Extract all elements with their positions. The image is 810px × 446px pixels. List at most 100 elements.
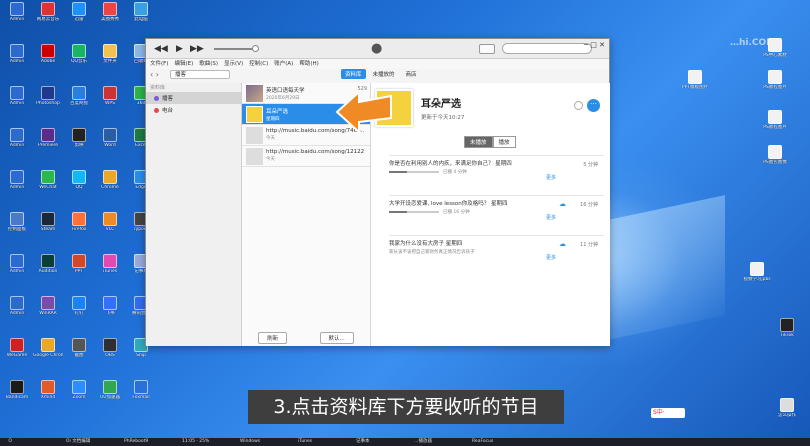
taskbar-item[interactable]: ReaFocus [472,438,493,446]
taskbar-item[interactable]: …播放器 [414,438,432,446]
taskbar-item[interactable]: Ｏ [8,438,13,446]
desktop-icon[interactable]: Bandicam [2,380,32,400]
rewind-icon[interactable]: ◀◀ [154,44,168,54]
menu-item[interactable]: 显示(V) [224,59,243,69]
desktop-icon[interactable]: 视频学习jpbs [742,262,772,282]
desktop-icon[interactable]: 剪映 [64,128,94,148]
episode-more-link[interactable]: 更多 [546,214,556,221]
episode-progress-bar [389,171,439,173]
cloud-download-icon[interactable]: ☁ [559,200,566,208]
window-controls[interactable]: ─ □ ✕ [584,41,605,49]
desktop-icon[interactable]: PS图包图像 [760,145,790,165]
menu-item[interactable]: 账户(A) [274,59,293,69]
episode-more-link[interactable]: 更多 [546,254,556,261]
menu-item[interactable]: 编辑(E) [174,59,193,69]
desktop-icon[interactable]: Admin [2,296,32,316]
desktop-icon[interactable]: Admin [2,128,32,148]
desktop-icon[interactable]: 截图 [64,338,94,358]
taskbar-item[interactable]: 11:05 · 25% [182,438,209,446]
desktop-icon[interactable]: 控制面板 [2,212,32,232]
refresh-button[interactable]: 刷新 [258,332,288,344]
media-kind-select[interactable]: 播客 [170,70,230,79]
segment-0[interactable]: 未播放 [464,136,493,148]
desktop-icon[interactable]: Photoshop [33,86,63,106]
desktop-icon[interactable]: PS中心素材 [760,38,790,58]
desktop-icon[interactable]: 美图秀秀 [95,2,125,22]
desktop-icon[interactable]: PPT模板图片 [680,70,710,90]
desktop-icon[interactable]: Word [95,128,125,148]
desktop-icon[interactable]: 怎么操作 [772,398,802,418]
sidebar-heading: 资料库 [150,85,166,91]
menu-item[interactable]: 控制(C) [249,59,268,69]
desktop-icon[interactable]: PS教程图片 [760,110,790,130]
desktop-icon[interactable]: 飞书 [95,296,125,316]
desktop-icon[interactable]: QQ [64,170,94,190]
taskbar-item[interactable]: iTunes [298,438,312,446]
desktop-icon[interactable]: Audition [33,254,63,274]
desktop-icon[interactable]: Foxmail [126,380,156,400]
desktop-icon[interactable]: Admin [2,44,32,64]
segment-1[interactable]: 播放 [492,136,516,148]
tab-2[interactable]: 商店 [402,69,421,79]
desktop-icon[interactable]: Admin [2,2,32,22]
desktop-icon[interactable]: Xmind [33,380,63,400]
back-forward-icon[interactable]: ‹ › [150,70,159,79]
desktop-icon-label: 截图 [74,353,84,358]
desktop-icon[interactable]: 迅雷 [64,2,94,22]
episode-row[interactable]: 大学开设恋爱课, love lesson你及格吗？ 星期四 已播 16 分钟 16 … [389,195,604,231]
volume-slider[interactable] [214,48,256,50]
list-view-button[interactable] [479,44,495,54]
desktop-icon[interactable]: Admin [2,86,32,106]
desktop-icon[interactable]: iTunes [95,254,125,274]
desktop-icon[interactable]: VLC [95,212,125,232]
more-icon[interactable]: ··· [587,99,600,112]
desktop-icon[interactable]: PPT [64,254,94,274]
desktop-icon[interactable]: WeChat [33,170,63,190]
desktop-icon[interactable]: WinRAR [33,296,63,316]
episode-row[interactable]: 你是否在利用别人的内疚，来满足你自己？ 星期四 已播 4 分钟 5 分钟 更多 [389,155,604,191]
ime-badge[interactable]: S中· [651,408,685,418]
fast-forward-icon[interactable]: ▶▶ [190,44,204,54]
desktop-icon[interactable]: Admin [2,170,32,190]
play-icon[interactable]: ▶ [176,44,183,54]
menu-item[interactable]: 文件(F) [150,59,168,69]
desktop-icon[interactable]: 此电脑 [126,2,156,22]
desktop-icon[interactable]: Steam [33,212,63,232]
desktop-icon[interactable]: Premiere [33,128,63,148]
defaults-button[interactable]: 默认... [319,332,354,344]
taskbar-item[interactable]: PhReboot9 [124,438,148,446]
desktop-icon[interactable]: OBS [95,338,125,358]
desktop-icon[interactable]: Zoom [64,380,94,400]
desktop-icon[interactable]: 网易云音乐 [33,2,63,22]
cloud-download-icon[interactable]: ☁ [559,240,566,248]
desktop-icon[interactable]: TikTok [772,318,802,338]
podcast-list-item[interactable]: http://music.baidu.com/song/12122... 今天 [242,146,370,167]
desktop-icon[interactable]: QQ音乐 [64,44,94,64]
settings-icon[interactable] [574,101,583,110]
search-input[interactable] [502,43,592,54]
tab-1[interactable]: 未播放的 [369,69,399,79]
desktop-icon[interactable]: WeGame [2,338,32,358]
episode-row[interactable]: 我家为什么没有大房子 星期四 家长该不该把自己家财务真正情况告诉孩子 11 分钟 ☁ 更… [389,235,604,271]
desktop-icon[interactable]: Admin [2,254,32,274]
desktop-icon[interactable]: Firefox [64,212,94,232]
desktop-icon[interactable]: WPS [95,86,125,106]
sidebar-item[interactable]: 电台 [146,104,241,116]
desktop-icon[interactable]: 文件夹 [95,44,125,64]
volume-knob[interactable] [252,45,259,52]
menu-item[interactable]: 帮助(H) [299,59,318,69]
sidebar-item[interactable]: 播客 [146,92,241,104]
desktop-icon[interactable]: 钉钉 [64,296,94,316]
episode-more-link[interactable]: 更多 [546,174,556,181]
taskbar-item[interactable]: Oi 文档编辑 [66,438,90,446]
desktop-icon[interactable]: Google Chrome [33,338,63,358]
taskbar-item[interactable]: 记事本 [356,438,370,446]
desktop-icon[interactable]: 百度网盘 [64,86,94,106]
taskbar-item[interactable]: Windows [240,438,260,446]
desktop-icon[interactable]: Adobe [33,44,63,64]
desktop-icon[interactable]: Chrome [95,170,125,190]
desktop-icon[interactable]: PS教程图片 [760,70,790,90]
menu-item[interactable]: 歌曲(S) [199,59,218,69]
tab-0[interactable]: 资料库 [341,69,366,79]
desktop-icon[interactable]: UU加速器 [95,380,125,400]
